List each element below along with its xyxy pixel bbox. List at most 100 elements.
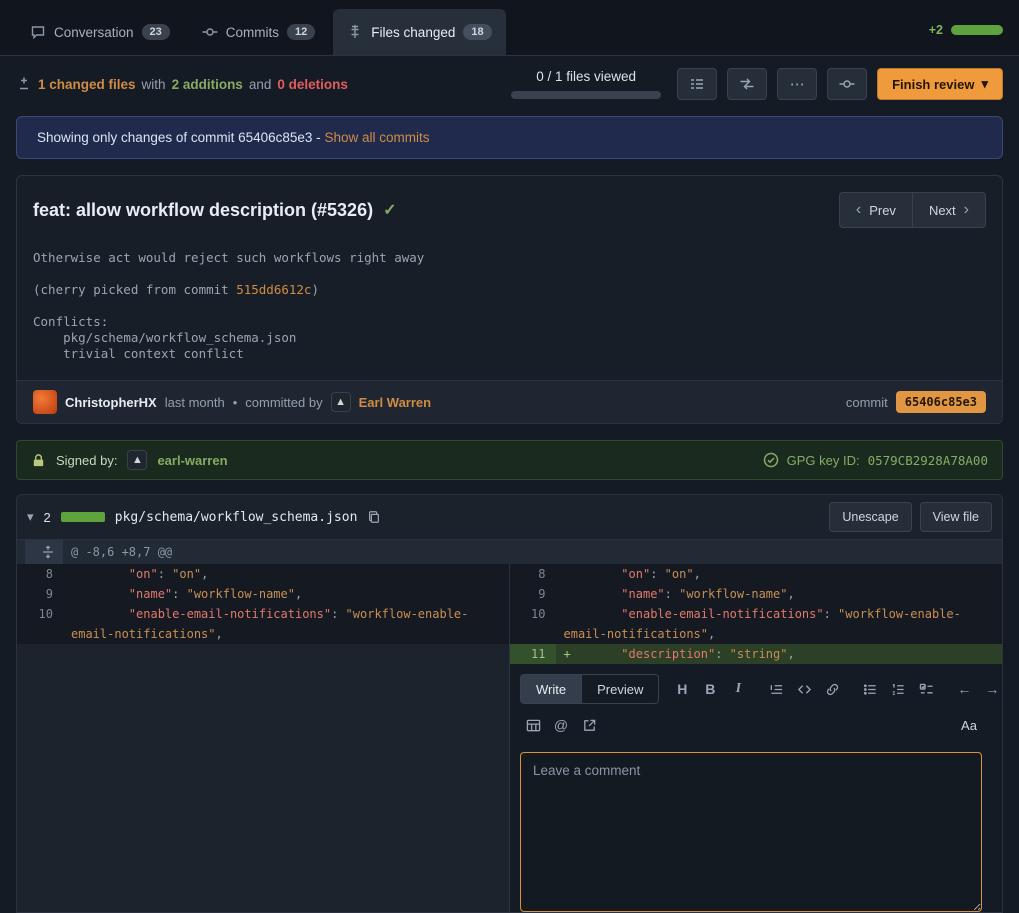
banner-text: Showing only changes of commit 65406c85e… [37, 130, 321, 145]
signed-by-label: Signed by: [56, 453, 117, 468]
code-line[interactable]: + "description": "string", [556, 644, 1003, 664]
code-line[interactable]: "on": "on", [63, 564, 510, 584]
additions-count: +2 [929, 23, 943, 37]
line-number[interactable]: 9 [17, 584, 63, 604]
file-name[interactable]: pkg/schema/workflow_schema.json [115, 510, 358, 525]
link-icon[interactable] [819, 676, 845, 702]
commit-select-button[interactable] [827, 68, 867, 100]
signer-avatar[interactable]: ▲ [127, 450, 147, 470]
added-line-marker: + [564, 644, 571, 664]
gpg-verified-icon [763, 452, 779, 468]
dot-separator: • [233, 395, 238, 410]
diff-options-button[interactable]: ⋯ [777, 68, 817, 100]
finish-review-button[interactable]: Finish review ▾ [877, 68, 1003, 100]
redo-icon[interactable]: → [979, 676, 1003, 702]
quote-icon[interactable] [763, 676, 789, 702]
finish-review-label: Finish review [892, 77, 974, 92]
line-number[interactable]: 9 [510, 584, 556, 604]
mention-icon[interactable]: @ [548, 712, 574, 738]
file-change-count: 2 [44, 510, 51, 525]
commit-sha-badge[interactable]: 65406c85e3 [896, 391, 986, 413]
author-name[interactable]: ChristopherHX [65, 395, 157, 410]
commit-message-line: (cherry picked from commit 515dd6612c) [33, 282, 986, 298]
empty-diff-cell [63, 664, 510, 912]
line-number[interactable]: 10 [510, 604, 556, 644]
file-diffstat-bar [61, 512, 105, 522]
code-line[interactable]: "on": "on", [556, 564, 1003, 584]
deletions-text: 0 deletions [277, 77, 348, 92]
tab-files-changed[interactable]: Files changed 18 [333, 9, 505, 55]
preview-tab[interactable]: Preview [582, 674, 659, 704]
file-diff-icon [347, 24, 363, 40]
diff-summary-row: 1 changed files with 2 additions and 0 d… [0, 56, 1019, 108]
commit-pager: ‹ Prev Next › [839, 192, 986, 228]
conversation-icon [30, 24, 46, 40]
comment-textarea[interactable] [520, 752, 982, 912]
bold-icon[interactable]: B [697, 676, 723, 702]
code-line[interactable]: "enable-email-notifications": "workflow-… [556, 604, 1003, 644]
hunk-header-row: @ -8,6 +8,7 @@ [17, 540, 1002, 564]
code-icon[interactable] [791, 676, 817, 702]
signer-name[interactable]: earl-warren [157, 453, 227, 468]
commit-message-body: Otherwise act would reject such workflow… [17, 236, 1002, 380]
unescape-button[interactable]: Unescape [829, 502, 911, 532]
commit-label: commit [846, 395, 888, 410]
tab-commits[interactable]: Commits 12 [188, 9, 330, 55]
next-commit-button[interactable]: Next › [913, 192, 986, 228]
diff-view-toggle-button[interactable] [727, 68, 767, 100]
commit-message-line: Otherwise act would reject such workflow… [33, 250, 986, 266]
reference-icon[interactable] [576, 712, 602, 738]
code-line[interactable]: "name": "workflow-name", [556, 584, 1003, 604]
diffstat-bar [951, 25, 1003, 35]
author-avatar[interactable] [33, 390, 57, 414]
show-all-commits-link[interactable]: Show all commits [324, 130, 429, 145]
summary-word: and [249, 77, 272, 92]
commit-time: last month [165, 395, 225, 410]
line-number[interactable]: 10 [17, 604, 63, 644]
code-line[interactable]: "enable-email-notifications": "workflow-… [63, 604, 510, 644]
tab-label: Conversation [54, 25, 134, 40]
commit-status-check-icon[interactable]: ✓ [383, 200, 396, 220]
diff-code-row: 9 "name": "workflow-name",9 "name": "wor… [17, 584, 1002, 604]
commit-icon [202, 24, 218, 40]
editor-toolbar-row-2: @ Aa [520, 712, 982, 738]
empty-diff-cell [17, 644, 63, 664]
diff-rows: 8 "on": "on",8 "on": "on",9 "name": "wor… [17, 564, 1002, 664]
commit-author-row: ChristopherHX last month • committed by … [17, 380, 1002, 423]
gpg-key-label: GPG key ID: [787, 453, 860, 468]
committer-avatar[interactable]: ▲ [331, 392, 351, 412]
ellipsis-icon: ⋯ [790, 75, 805, 93]
code-line[interactable]: "name": "workflow-name", [63, 584, 510, 604]
checklist-icon[interactable] [913, 676, 939, 702]
diff-file-header: ▾ 2 pkg/schema/workflow_schema.json Unes… [17, 495, 1002, 540]
line-number[interactable]: 11 [510, 644, 556, 664]
files-viewed-label: 0 / 1 files viewed [511, 69, 661, 84]
editor-tabs: Write Preview [520, 674, 659, 704]
chevron-right-icon: › [964, 201, 969, 219]
font-size-toggle[interactable]: Aa [956, 712, 982, 738]
heading-icon[interactable]: H [669, 676, 695, 702]
view-file-button[interactable]: View file [920, 502, 992, 532]
changed-files-link[interactable]: 1 changed files [38, 77, 136, 92]
pull-request-files-page: Conversation 23 Commits 12 Files changed… [0, 0, 1019, 913]
cherry-pick-text: (cherry picked from commit [33, 282, 236, 297]
table-icon[interactable] [520, 712, 546, 738]
collapse-file-button[interactable]: ▾ [27, 509, 34, 525]
line-number[interactable]: 8 [510, 564, 556, 584]
write-tab[interactable]: Write [520, 674, 582, 704]
tab-count-badge: 12 [287, 24, 315, 40]
committer-name[interactable]: Earl Warren [359, 395, 432, 410]
italic-icon[interactable]: I [725, 676, 751, 702]
list-ordered-icon[interactable] [885, 676, 911, 702]
inline-comment-editor: Write Preview H B I [510, 664, 1002, 912]
cherry-pick-commit-link[interactable]: 515dd6612c [236, 282, 311, 297]
list-unordered-icon[interactable] [857, 676, 883, 702]
prev-commit-button[interactable]: ‹ Prev [839, 192, 913, 228]
file-tree-toggle-button[interactable] [677, 68, 717, 100]
tab-conversation[interactable]: Conversation 23 [16, 9, 184, 55]
line-number[interactable]: 8 [17, 564, 63, 584]
caret-down-icon: ▾ [981, 76, 988, 92]
undo-icon[interactable]: ← [951, 676, 977, 702]
commit-sha-block: commit 65406c85e3 [846, 391, 986, 413]
copy-filename-icon[interactable] [367, 510, 381, 524]
